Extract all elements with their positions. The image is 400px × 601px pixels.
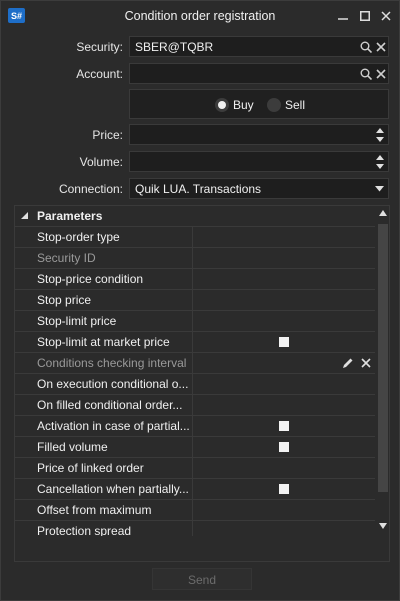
account-field[interactable] <box>129 63 389 84</box>
send-button[interactable]: Send <box>152 568 252 590</box>
parameter-name: Cancellation when partially... <box>15 479 193 499</box>
parameter-name: Conditions checking interval <box>15 353 193 373</box>
parameters-category-header[interactable]: Parameters <box>15 206 375 226</box>
maximize-icon <box>360 11 370 21</box>
parameter-checkbox[interactable] <box>279 337 289 347</box>
parameter-name: Stop price <box>15 290 193 310</box>
minimize-icon <box>338 18 348 20</box>
security-clear-button[interactable] <box>373 39 389 55</box>
search-icon <box>360 68 372 80</box>
security-label: Security: <box>76 40 123 54</box>
parameter-row[interactable]: On execution conditional o... <box>15 373 375 394</box>
condition-order-window: S# Condition order registration Security… <box>0 0 400 601</box>
clear-icon[interactable] <box>359 356 373 370</box>
connection-select[interactable]: Quik LUA. Transactions <box>129 178 389 199</box>
sell-radio[interactable] <box>267 98 281 112</box>
account-clear-button[interactable] <box>373 66 389 82</box>
parameter-name: Activation in case of partial... <box>15 416 193 436</box>
price-stepper-icon[interactable] <box>375 126 385 144</box>
maximize-button[interactable] <box>354 6 376 26</box>
parameter-row[interactable]: Stop-order type <box>15 226 375 247</box>
scroll-up-icon[interactable] <box>379 210 387 216</box>
parameter-name: Protection spread <box>15 521 193 536</box>
pencil-icon[interactable] <box>341 356 355 370</box>
parameter-checkbox[interactable] <box>279 484 289 494</box>
close-window-button[interactable] <box>375 6 397 26</box>
parameter-row[interactable]: Activation in case of partial... <box>15 415 375 436</box>
title-bar[interactable]: S# Condition order registration <box>1 1 399 31</box>
scroll-down-icon[interactable] <box>379 523 387 529</box>
parameter-name: Offset from maximum <box>15 500 193 520</box>
parameter-checkbox[interactable] <box>279 421 289 431</box>
account-search-button[interactable] <box>358 66 374 82</box>
volume-field[interactable] <box>129 151 389 172</box>
parameter-name: Stop-order type <box>15 227 193 247</box>
collapse-caret-icon[interactable] <box>21 212 29 220</box>
side-selector: Buy Sell <box>129 89 389 119</box>
parameter-row[interactable]: On filled conditional order... <box>15 394 375 415</box>
parameter-name: Stop-limit price <box>15 311 193 331</box>
parameter-row[interactable]: Filled volume <box>15 436 375 457</box>
parameter-row[interactable]: Security ID <box>15 247 375 268</box>
connection-value: Quik LUA. Transactions <box>135 182 262 196</box>
search-icon <box>360 41 372 53</box>
parameter-name: Price of linked order <box>15 458 193 478</box>
parameter-name: On filled conditional order... <box>15 395 193 415</box>
parameter-name: On execution conditional o... <box>15 374 193 394</box>
minimize-button[interactable] <box>332 6 354 26</box>
parameter-name: Stop-price condition <box>15 269 193 289</box>
parameters-header: Parameters <box>37 209 103 223</box>
parameter-row[interactable]: Protection spread <box>15 520 375 536</box>
parameter-name: Stop-limit at market price <box>15 332 193 352</box>
connection-label: Connection: <box>58 182 123 196</box>
parameter-checkbox[interactable] <box>279 442 289 452</box>
parameter-row[interactable]: Offset from maximum <box>15 499 375 520</box>
parameter-row[interactable]: Stop-limit at market price <box>15 331 375 352</box>
volume-label: Volume: <box>79 155 123 169</box>
parameter-row[interactable]: Stop-price condition <box>15 268 375 289</box>
parameter-row[interactable]: Price of linked order <box>15 457 375 478</box>
chevron-down-icon <box>375 186 384 192</box>
parameter-name: Security ID <box>15 248 193 268</box>
parameter-row[interactable]: Cancellation when partially... <box>15 478 375 499</box>
clear-icon <box>376 69 386 79</box>
parameter-row[interactable]: Stop-limit price <box>15 310 375 331</box>
parameter-row[interactable]: Stop price <box>15 289 375 310</box>
price-label: Price: <box>92 128 123 142</box>
parameter-row[interactable]: Conditions checking interval <box>15 352 375 373</box>
buy-radio[interactable] <box>215 98 229 112</box>
buy-label[interactable]: Buy <box>233 98 254 112</box>
sell-label[interactable]: Sell <box>285 98 305 112</box>
clear-icon <box>376 42 386 52</box>
account-label: Account: <box>76 67 123 81</box>
security-search-button[interactable] <box>358 39 374 55</box>
parameters-scrollbar[interactable] <box>376 206 390 536</box>
parameters-grid-body: Parameters Stop-order type Security ID Sto… <box>15 206 375 536</box>
parameters-grid: Parameters Stop-order type Security ID Sto… <box>14 205 390 562</box>
close-icon <box>381 11 391 21</box>
security-value: SBER@TQBR <box>135 40 214 54</box>
parameter-name: Filled volume <box>15 437 193 457</box>
security-field[interactable]: SBER@TQBR <box>129 36 389 57</box>
price-field[interactable] <box>129 124 389 145</box>
volume-stepper-icon[interactable] <box>375 153 385 171</box>
scrollbar-thumb[interactable] <box>378 224 388 492</box>
